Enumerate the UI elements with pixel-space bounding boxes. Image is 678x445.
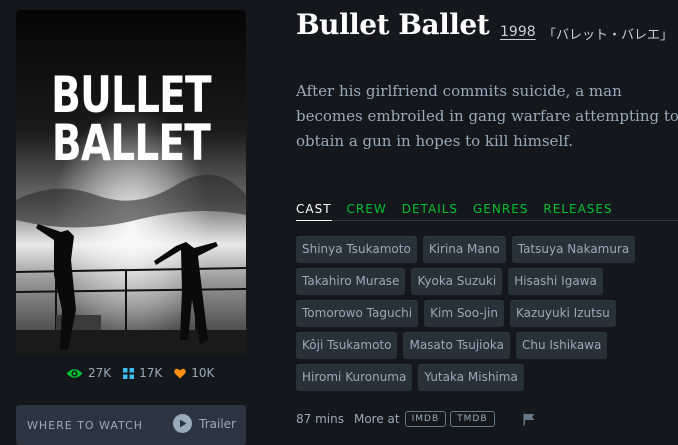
poster-title-line2: BALLET (51, 114, 211, 172)
synopsis: After his girlfriend commits suicide, a … (296, 82, 678, 150)
heart-icon (174, 368, 187, 378)
cast-member[interactable]: Kôji Tsukamoto (296, 332, 398, 359)
tab-bar: CAST CREW DETAILS GENRES RELEASES (296, 202, 678, 221)
imdb-link[interactable]: IMDB (404, 411, 447, 427)
cast-member[interactable]: Yutaka Mishima (418, 364, 524, 391)
cast-member[interactable]: Tomorowo Taguchi (296, 300, 419, 327)
cast-member[interactable]: Kirina Mano (422, 236, 506, 263)
tab-details[interactable]: DETAILS (402, 202, 458, 220)
cast-member[interactable]: Kim Soo-jin (424, 300, 504, 327)
film-stats: 27K 17K 10K (66, 366, 214, 380)
likes-stat[interactable]: 10K (174, 366, 214, 380)
cast-list: Shinya Tsukamoto Kirina Mano Tatsuya Nak… (296, 236, 678, 391)
film-title: Bullet Ballet (296, 8, 490, 41)
tmdb-link[interactable]: TMDB (450, 411, 495, 427)
where-to-watch-panel: WHERE TO WATCH Trailer (16, 405, 246, 445)
where-to-watch-label: WHERE TO WATCH (27, 418, 144, 432)
poster-image (16, 10, 246, 355)
cast-member[interactable]: Chu Ishikawa (515, 332, 608, 359)
cast-member[interactable]: Kyoka Suzuki (411, 268, 503, 295)
cast-member[interactable]: Kazuyuki Izutsu (509, 300, 616, 327)
watched-stat[interactable]: 27K (66, 366, 111, 380)
tab-releases[interactable]: RELEASES (543, 202, 612, 220)
likes-count: 10K (191, 366, 215, 380)
grid-icon (123, 367, 135, 379)
more-at-label: More at (353, 412, 400, 426)
watched-count: 27K (88, 366, 112, 380)
cast-member[interactable]: Tatsuya Nakamura (511, 236, 636, 263)
flag-icon[interactable] (523, 413, 535, 426)
cast-member[interactable]: Masato Tsujioka (403, 332, 510, 359)
tab-crew[interactable]: CREW (347, 202, 387, 220)
tab-genres[interactable]: GENRES (473, 202, 528, 220)
original-title: 「バレット・バレエ」 (543, 28, 674, 43)
trailer-label: Trailer (199, 416, 236, 431)
lists-count: 17K (139, 366, 163, 380)
cast-member[interactable]: Hisashi Igawa (508, 268, 603, 295)
play-icon (173, 414, 193, 433)
trailer-button[interactable]: Trailer (173, 414, 236, 433)
runtime: 87 mins (296, 412, 344, 426)
cast-member[interactable]: Hiromi Kuronuma (296, 364, 413, 391)
tab-cast[interactable]: CAST (296, 202, 332, 221)
cast-member[interactable]: Takahiro Murase (296, 268, 406, 295)
film-footer: 87 mins More at IMDB TMDB (296, 411, 535, 427)
poster-title-line1: BULLET (51, 66, 211, 124)
film-poster[interactable]: BULLET BALLET (16, 10, 246, 355)
lists-stat[interactable]: 17K (123, 366, 162, 380)
eye-icon (66, 368, 83, 378)
cast-member[interactable]: Shinya Tsukamoto (296, 236, 417, 263)
film-year-link[interactable]: 1998 (500, 24, 536, 40)
